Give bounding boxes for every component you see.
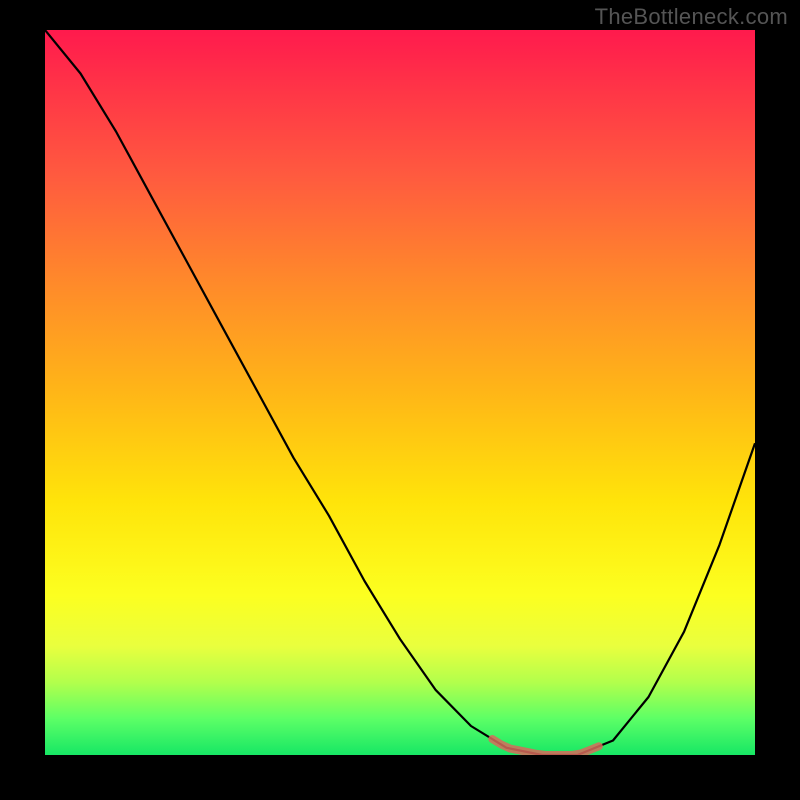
valley-highlight bbox=[492, 739, 599, 755]
chart-frame: TheBottleneck.com bbox=[0, 0, 800, 800]
bottleneck-curve bbox=[45, 30, 755, 755]
curve-layer bbox=[45, 30, 755, 755]
watermark-text: TheBottleneck.com bbox=[595, 4, 788, 30]
plot-area bbox=[45, 30, 755, 755]
